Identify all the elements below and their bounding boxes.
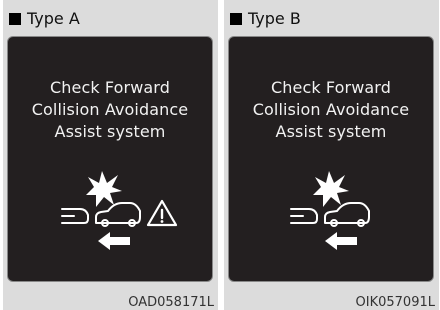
front-car-icon <box>95 202 141 227</box>
collision-star-icon <box>86 171 122 207</box>
figure-code-a: OAD058171L <box>128 295 214 310</box>
warning-message-b: Check Forward Collision Avoidance Assist… <box>229 77 433 143</box>
fca-warning-graphic-b <box>290 171 370 250</box>
front-car-icon <box>324 202 370 227</box>
type-a-label: Type A <box>27 9 80 28</box>
type-b-heading: Type B <box>230 10 301 28</box>
message-line-2: Collision Avoidance <box>31 100 189 119</box>
rear-car-icon <box>290 208 318 224</box>
type-b-label: Type B <box>248 9 301 28</box>
type-a-heading: Type A <box>9 10 80 28</box>
black-square-icon <box>9 13 21 25</box>
message-line-1: Check Forward <box>271 78 391 97</box>
black-square-icon <box>230 13 242 25</box>
panel-type-a: Type A Check Forward Collision Avoidance… <box>3 0 218 310</box>
rear-car-icon <box>61 208 89 224</box>
figure-code-b: OIK057091L <box>355 295 435 310</box>
fca-warning-graphic-a <box>61 171 178 250</box>
panel-type-b: Type B Check Forward Collision Avoidance… <box>224 0 439 310</box>
left-arrow-icon <box>98 232 130 250</box>
cluster-display-a: Check Forward Collision Avoidance Assist… <box>7 36 213 282</box>
warning-triangle-icon <box>146 199 178 227</box>
left-arrow-icon <box>325 232 357 250</box>
warning-message-a: Check Forward Collision Avoidance Assist… <box>8 77 212 143</box>
collision-star-icon <box>313 171 349 207</box>
message-line-3: Assist system <box>275 122 387 141</box>
message-line-3: Assist system <box>54 122 166 141</box>
message-line-1: Check Forward <box>50 78 170 97</box>
message-line-2: Collision Avoidance <box>252 100 410 119</box>
cluster-display-b: Check Forward Collision Avoidance Assist… <box>228 36 434 282</box>
